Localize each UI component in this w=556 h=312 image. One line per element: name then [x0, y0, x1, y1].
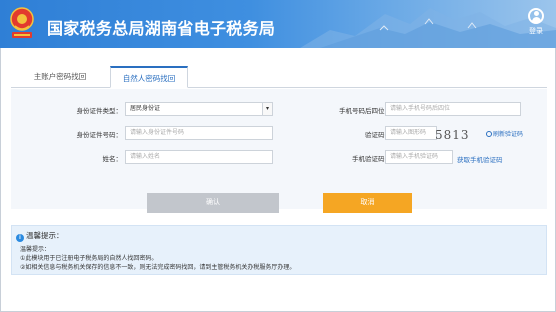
- tips-panel: i 温馨提示： 温馨提示： ①此模块用于已注册电子税务局的自然人找回密码。 ②如相…: [11, 225, 547, 275]
- tips-heading: i 温馨提示：: [16, 230, 64, 242]
- id-type-value: 居民身份证: [130, 106, 161, 112]
- id-number-input[interactable]: [125, 126, 273, 140]
- login-button[interactable]: 登录: [522, 8, 550, 36]
- cancel-button[interactable]: 取消: [323, 193, 412, 213]
- refresh-icon: [486, 131, 492, 138]
- captcha-label: 验证码：: [365, 132, 391, 139]
- header-bar: 国家税务总局湖南省电子税务局 登录: [0, 0, 556, 48]
- tips-title: 温馨提示：: [26, 231, 64, 240]
- tax-emblem-icon: [10, 7, 34, 38]
- tab-bar: 主账户密码找回 自然人密码找回: [11, 66, 547, 88]
- name-label: 姓名：: [102, 156, 123, 163]
- refresh-captcha-label: 刷新验证码: [493, 132, 524, 138]
- info-icon: i: [16, 234, 24, 242]
- page-title: 国家税务总局湖南省电子税务局: [47, 21, 276, 38]
- tips-line-2: ②如相关信息与税务机关保存的信息不一致，则无法完成密码找回，请到主管税务机关办税…: [20, 265, 296, 271]
- phone-last4-label: 手机号码后四位：: [339, 108, 391, 115]
- confirm-button[interactable]: 确认: [147, 193, 279, 213]
- id-type-label: 身份证件类型：: [76, 108, 123, 115]
- tab-natural-person-recovery[interactable]: 自然人密码找回: [110, 66, 188, 88]
- captcha-input[interactable]: [385, 126, 437, 140]
- refresh-captcha-link[interactable]: 刷新验证码: [486, 129, 523, 138]
- user-icon: [528, 8, 544, 24]
- id-number-label: 身份证件号码：: [76, 132, 123, 139]
- captcha-image[interactable]: 5813: [435, 128, 475, 142]
- tips-line-1: ①此模块用于已注册电子税务局的自然人找回密码。: [20, 256, 158, 262]
- main-panel: 主账户密码找回 自然人密码找回 身份证件类型： 居民身份证 ▾ 身份证件号码： …: [0, 48, 556, 312]
- tab-main-account-recovery[interactable]: 主账户密码找回: [17, 66, 103, 88]
- sms-code-label: 手机验证码：: [352, 156, 391, 163]
- name-input[interactable]: [125, 150, 273, 164]
- recovery-form: 身份证件类型： 居民身份证 ▾ 身份证件号码： 姓名： 手机号码后四位： 验证码…: [11, 89, 547, 209]
- login-label: 登录: [529, 28, 543, 35]
- id-type-select[interactable]: 居民身份证 ▾: [125, 102, 273, 116]
- get-sms-code-link[interactable]: 获取手机验证码: [457, 154, 503, 164]
- tips-subtitle: 温馨提示：: [20, 247, 51, 253]
- sms-code-input[interactable]: [385, 150, 453, 164]
- phone-last4-input[interactable]: [385, 102, 521, 116]
